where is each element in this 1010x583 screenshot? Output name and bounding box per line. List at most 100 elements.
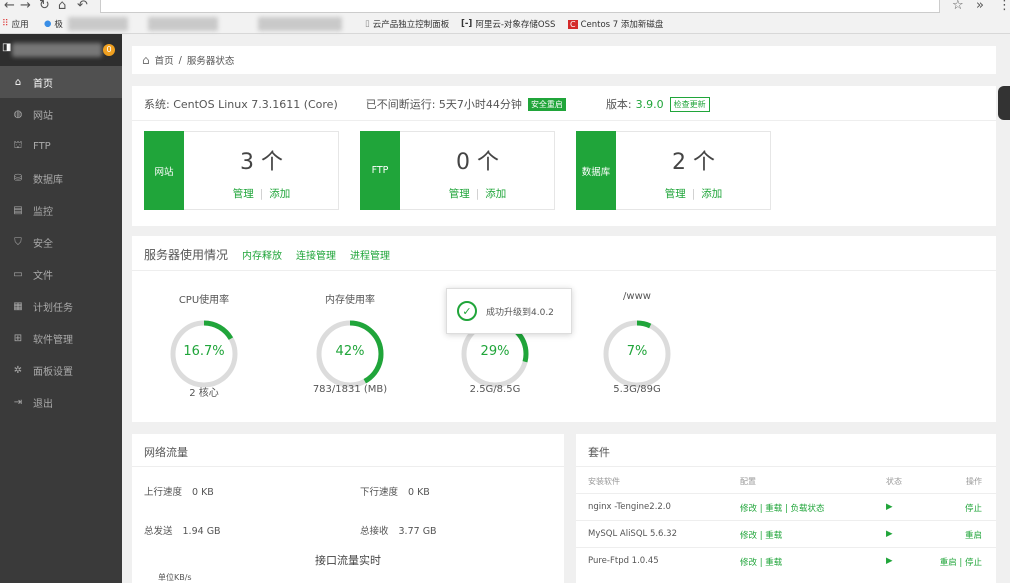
connection-manage-link[interactable]: 连接管理 [296,247,336,262]
gauge-value: 7% [626,344,648,359]
os-info: 系统: CentOS Linux 7.3.1611 (Core) [144,98,338,111]
config-links[interactable]: 修改 | 重载 [740,529,782,541]
sidebar-item-3[interactable]: ⛁ 数据库 [0,162,122,194]
sidebar: ◨ 0 ⌂ 首页 ◍ 网站 ⛫ FTP ⛁ 数据库 ▤ 监控 ⛉ 安全 ▭ 文件 ▦ 计划任务 ⊞ 软件管理 ✲ 面板… [0,34,122,583]
bookmark-partial[interactable]: ● 极 [44,18,63,30]
config-links[interactable]: 修改 | 重载 [740,556,782,568]
forward-icon[interactable]: → [20,0,31,13]
browser-nav: ← → ↻ ⌂ ↶ ☆ » ⋮ [0,0,1010,15]
breadcrumb-home[interactable]: 首页 [155,53,174,67]
gauge-label: /www [623,291,651,302]
add-link[interactable]: 添加 [701,188,722,200]
bookmark-centos-disk[interactable]: C Centos 7 添加新磁盘 [568,18,663,30]
stat-box-2: 数据库 2 个 管理 | 添加 [576,131,771,210]
version-number: 3.9.0 [635,97,664,111]
divider [132,120,996,121]
apps-icon: ⊞ [13,332,23,344]
system-info-card: 系统: CentOS Linux 7.3.1611 (Core) 已不间断运行:… [132,86,996,226]
server-usage-card: 服务器使用情况 内存释放 连接管理 进程管理 CPU使用率 16.7% 2 核心 内… [132,236,996,422]
reload-icon[interactable]: ↻ [39,0,50,13]
bookmark-apps[interactable]: ⠿ 应用 [2,18,29,30]
config-links[interactable]: 修改 | 重载 | 负载状态 [740,502,825,514]
sidebar-item-label: 退出 [33,398,53,410]
running-status-icon: ▶ [886,529,893,539]
shield-icon: ⛉ [14,236,22,248]
sidebar-item-label: 数据库 [33,174,63,186]
apps-grid-icon: ⠿ [2,19,9,29]
monitor-icon: ▤ [13,204,23,216]
blurred-bookmark [68,17,128,31]
browser-chrome: ← → ↻ ⌂ ↶ ☆ » ⋮ ⠿ 应用 ● 极 ▯ 云产品独立控制面板 [-]… [0,0,1010,34]
notification-badge[interactable]: 0 [103,44,115,56]
gear-icon: ✲ [13,364,23,376]
operation-links[interactable]: 重启 [965,529,982,541]
sidebar-item-4[interactable]: ▤ 监控 [0,194,122,226]
sidebar-item-label: 面板设置 [33,366,73,378]
gauge-label: 内存使用率 [325,295,375,306]
network-card: 网络流量 上行速度 0 KB 下行速度 0 KB 总发送 1.94 GB 总接收 3.7… [132,434,564,583]
c-logo-icon: C [568,19,578,29]
star-icon[interactable]: ☆ [952,0,964,13]
gauge-label: CPU使用率 [178,295,230,306]
manage-link[interactable]: 管理 [233,188,254,200]
software-name: nginx -Tengine2.2.0 [588,502,671,512]
aliyun-icon: [-] [461,19,473,29]
sidebar-item-5[interactable]: ⛉ 安全 [0,226,122,258]
download-speed: 下行速度 0 KB [360,487,430,498]
extensions-icon[interactable]: » [976,0,984,13]
manage-link[interactable]: 管理 [449,188,470,200]
divider [132,466,564,467]
sidebar-item-7[interactable]: ▦ 计划任务 [0,290,122,322]
sidebar-item-2[interactable]: ⛫ FTP [0,130,122,162]
software-name: MySQL AliSQL 5.6.32 [588,529,677,539]
home-icon[interactable]: ⌂ [142,53,150,67]
sidebar-item-1[interactable]: ◍ 网站 [0,98,122,130]
software-name: Pure-Ftpd 1.0.45 [588,556,659,566]
home-page-icon[interactable]: ⌂ [58,0,66,13]
undo-icon[interactable]: ↶ [77,0,88,13]
sidebar-item-label: 软件管理 [33,334,73,346]
back-icon[interactable]: ← [4,0,15,13]
gauge-subtext: 2.5G/8.5G [469,384,521,395]
stat-label: FTP [360,131,400,210]
gauge-subtext: 2 核心 [189,388,219,399]
running-status-icon: ▶ [886,556,893,566]
upload-speed: 上行速度 0 KB [144,487,214,498]
operation-links[interactable]: 重启 | 停止 [940,556,982,568]
col-config: 配置 [740,477,756,486]
sidebar-item-6[interactable]: ▭ 文件 [0,258,122,290]
divider [132,270,996,271]
sidebar-item-9[interactable]: ✲ 面板设置 [0,354,122,386]
blurred-bookmark [148,17,218,31]
network-title: 网络流量 [144,446,188,459]
traffic-unit: 单位KB/s [158,573,192,582]
breadcrumb-current: 服务器状态 [186,56,235,67]
table-row: nginx -Tengine2.2.0 修改 | 重载 | 负载状态 ▶ 停止 [576,493,996,520]
globe-icon: ◍ [13,108,23,120]
bookmark-cloud-panel[interactable]: ▯ 云产品独立控制面板 [365,18,449,30]
safe-restart-button[interactable]: 安全重启 [527,97,566,111]
add-link[interactable]: 添加 [485,188,506,200]
manage-link[interactable]: 管理 [665,188,686,200]
toast-message: 成功升级到4.0.2 [486,307,554,318]
check-update-button[interactable]: 检查更新 [669,96,710,112]
sidebar-item-8[interactable]: ⊞ 软件管理 [0,322,122,354]
usage-gauge[interactable]: 7% [601,318,673,390]
usage-gauge[interactable]: 16.7% [168,318,240,390]
usage-header: 服务器使用情况 内存释放 连接管理 进程管理 [144,246,390,263]
usage-gauge[interactable]: 42% [314,318,386,390]
address-bar[interactable] [100,0,940,13]
bookmark-aliyun-oss[interactable]: [-] 阿里云-对象存储OSS [461,18,555,30]
sidebar-item-10[interactable]: ⇥ 退出 [0,386,122,418]
menu-icon[interactable]: ⋮ [998,0,1010,13]
col-status: 状态 [886,477,902,486]
free-memory-link[interactable]: 内存释放 [242,247,282,262]
add-link[interactable]: 添加 [269,188,290,200]
process-manage-link[interactable]: 进程管理 [350,247,390,262]
operation-links[interactable]: 停止 [965,502,982,514]
action-separator: | [475,188,480,200]
stat-box-0: 网站 3 个 管理 | 添加 [144,131,339,210]
stat-box-1: FTP 0 个 管理 | 添加 [360,131,555,210]
side-toggle-tab[interactable] [998,86,1010,120]
sidebar-item-0[interactable]: ⌂ 首页 [0,66,122,98]
